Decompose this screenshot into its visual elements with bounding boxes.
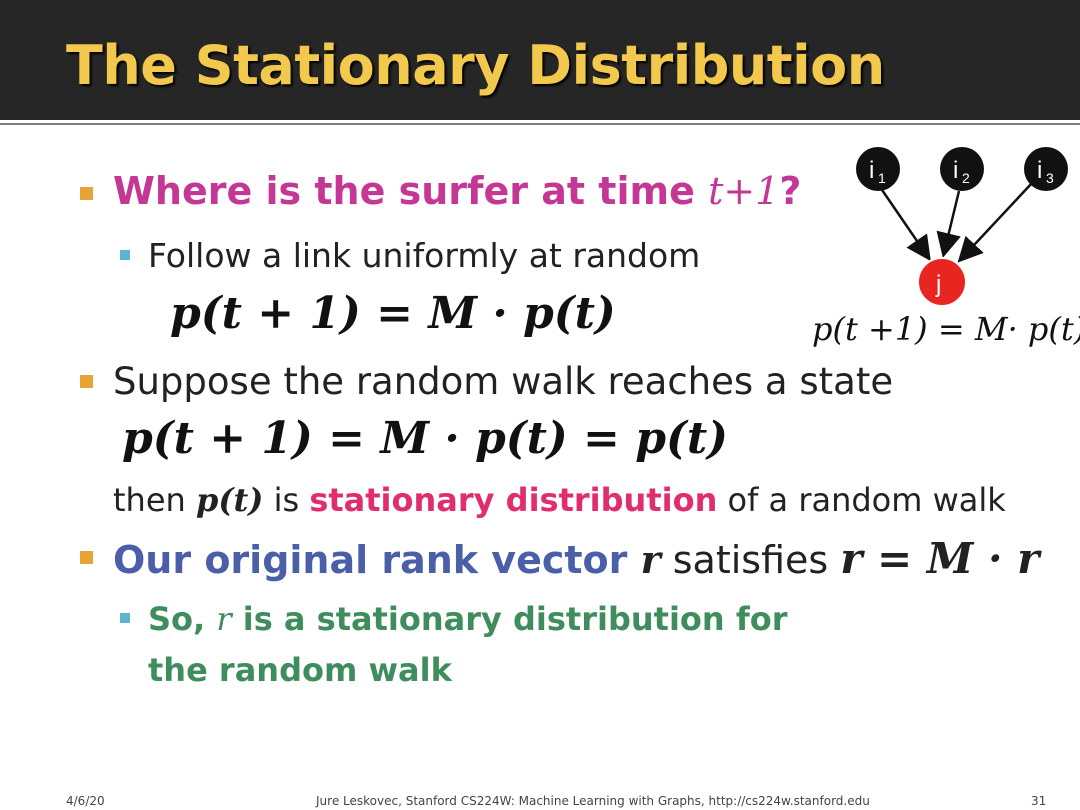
node-i2: i 2 bbox=[940, 147, 984, 191]
node-i3: i 3 bbox=[1024, 147, 1068, 191]
bullet1-suffix: ? bbox=[779, 169, 802, 213]
bullet-marker bbox=[80, 375, 93, 388]
sub-bullet-conclusion: So, r is a stationary distribution for bbox=[148, 600, 788, 638]
svg-text:i: i bbox=[953, 157, 958, 184]
svg-text:i: i bbox=[1037, 157, 1042, 184]
svg-text:i: i bbox=[869, 157, 874, 184]
diagram-equation: p(t +1) = M· p(t) bbox=[812, 310, 1080, 348]
sub-bullet-conclusion-line2: the random walk bbox=[148, 651, 452, 689]
bullet1-prefix: Where is the surfer at time bbox=[113, 169, 709, 213]
footer-date: 4/6/20 bbox=[66, 794, 105, 808]
sub-bullet-follow-link: Follow a link uniformly at random bbox=[148, 236, 701, 275]
then-var: p(t) bbox=[195, 481, 264, 519]
bullet-marker bbox=[80, 551, 93, 564]
then-prefix: then bbox=[113, 481, 196, 519]
sub-bullet-marker bbox=[120, 613, 130, 623]
edge-i3-j bbox=[957, 182, 1033, 263]
conclusion-suffix: is a stationary distribution for bbox=[231, 600, 788, 638]
link-diagram: i 1 i 2 i 3 j bbox=[856, 147, 1068, 307]
edge-i2-j bbox=[936, 190, 961, 258]
then-suffix: of a random walk bbox=[717, 481, 1006, 519]
equation-transition: p(t + 1) = M · p(t) bbox=[170, 288, 616, 339]
bullet-marker bbox=[80, 187, 93, 200]
stationary-highlight: stationary distribution bbox=[309, 481, 718, 519]
page-number: 31 bbox=[1031, 794, 1047, 808]
footer-credit: Jure Leskovec, Stanford CS224W: Machine … bbox=[316, 794, 870, 808]
bullet-steady-state: Suppose the random walk reaches a state bbox=[113, 360, 894, 403]
rank-vector-mid: satisfies bbox=[660, 538, 841, 582]
conclusion-prefix: So, bbox=[148, 600, 217, 638]
conclusion-var: r bbox=[216, 600, 232, 638]
node-i1: i 1 bbox=[856, 147, 900, 191]
title-bar: The Stationary Distribution bbox=[0, 0, 1080, 125]
then-mid: is bbox=[263, 481, 310, 519]
node-j: j bbox=[917, 257, 967, 307]
bullet1-var: t+1 bbox=[708, 169, 780, 213]
slide-title: The Stationary Distribution bbox=[66, 34, 885, 97]
rank-vector-highlight: Our original rank vector bbox=[113, 538, 641, 582]
stationary-definition: then p(t) is stationary distribution of … bbox=[113, 481, 1006, 519]
edge-i1-j bbox=[878, 186, 931, 262]
svg-text:j: j bbox=[935, 271, 941, 298]
rank-vector-var: r bbox=[640, 537, 661, 582]
bullet-rank-vector: Our original rank vector r satisfies r =… bbox=[113, 534, 1039, 583]
bullet-surfer-question: Where is the surfer at time t+1? bbox=[113, 169, 801, 213]
svg-text:1: 1 bbox=[878, 170, 886, 186]
equation-stationary: p(t + 1) = M · p(t) = p(t) bbox=[122, 413, 728, 464]
svg-text:2: 2 bbox=[962, 170, 970, 186]
equation-rank: r = M · r bbox=[840, 534, 1040, 583]
svg-text:3: 3 bbox=[1046, 170, 1054, 186]
sub-bullet-marker bbox=[120, 250, 130, 260]
